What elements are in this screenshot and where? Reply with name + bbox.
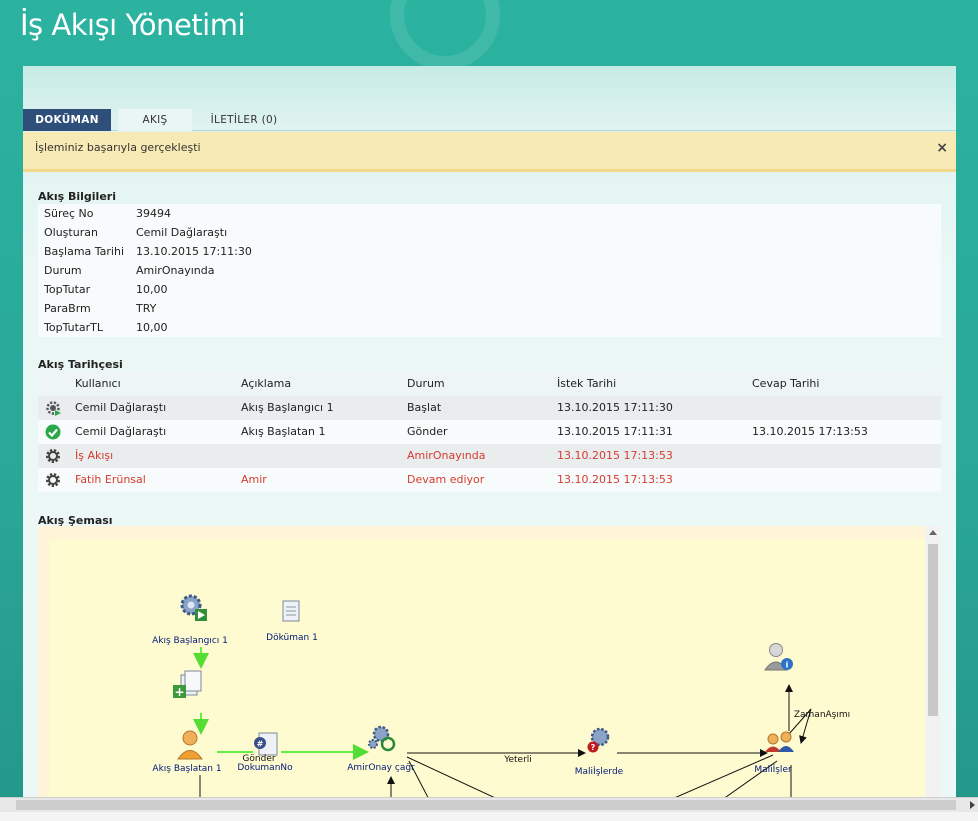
tab-bar: DOKÜMAN AKIŞ İLETİLER (0) bbox=[23, 109, 956, 131]
info-value: 39494 bbox=[136, 207, 171, 220]
scrollbar-thumb[interactable] bbox=[16, 800, 956, 810]
info-key: Süreç No bbox=[44, 207, 94, 220]
cell-request-date: 13.10.2015 17:11:31 bbox=[557, 425, 673, 438]
cell-status: Devam ediyor bbox=[407, 473, 485, 486]
alert-message: İşleminiz başarıyla gerçekleşti bbox=[35, 141, 201, 154]
info-row: Süreç No 39494 bbox=[38, 204, 941, 223]
cell-description: Akış Başlatan 1 bbox=[241, 425, 326, 438]
table-row[interactable]: Cemil Dağlaraştı Akış Başlatan 1 Gönder … bbox=[38, 420, 941, 444]
cell-status: Gönder bbox=[407, 425, 448, 438]
node-label: Maliİşlerde bbox=[575, 766, 624, 777]
table-row[interactable]: Cemil Dağlaraştı Akış Başlangıcı 1 Başla… bbox=[38, 396, 941, 420]
cell-user: Fatih Erünsal bbox=[75, 473, 146, 486]
node-label: Akış Başlatan 1 bbox=[152, 764, 221, 774]
flow-diagram-svg: Akış Başlangıcı 1 Döküman 1 + Akış Başla… bbox=[152, 594, 850, 801]
flow-edge bbox=[406, 756, 503, 801]
background-gear-watermark bbox=[390, 0, 500, 70]
info-value: TRY bbox=[136, 302, 157, 315]
info-user-node[interactable]: i bbox=[764, 643, 793, 671]
flow-info-box: Süreç No 39494 Oluşturan Cemil Dağlaraştı … bbox=[38, 204, 941, 337]
svg-text:#: # bbox=[257, 740, 264, 749]
column-header: Kullanıcı bbox=[75, 377, 121, 390]
edge-label-timeout: ZamanAşımı bbox=[794, 710, 850, 720]
tab-dokuman[interactable]: DOKÜMAN bbox=[23, 109, 111, 131]
gear-icon bbox=[46, 473, 60, 487]
svg-text:+: + bbox=[174, 685, 184, 699]
table-row[interactable]: İş Akışı AmirOnayında 13.10.2015 17:13:5… bbox=[38, 444, 941, 468]
cell-description: Amir bbox=[241, 473, 267, 486]
cell-status: AmirOnayında bbox=[407, 449, 486, 462]
edge-label-enough: Yeterli bbox=[503, 755, 532, 765]
svg-text:i: i bbox=[786, 661, 789, 670]
document-node[interactable]: Döküman 1 bbox=[266, 600, 318, 643]
cell-request-date: 13.10.2015 17:13:53 bbox=[557, 473, 673, 486]
cell-response-date: 13.10.2015 17:13:53 bbox=[752, 425, 868, 438]
info-row: TopTutarTL 10,00 bbox=[38, 318, 941, 337]
cell-status: Başlat bbox=[407, 401, 442, 414]
table-row[interactable]: Fatih Erünsal Amir Devam ediyor 13.10.20… bbox=[38, 468, 941, 492]
cell-user: Cemil Dağlaraştı bbox=[75, 401, 167, 414]
cell-description: Akış Başlangıcı 1 bbox=[241, 401, 334, 414]
node-label: Döküman 1 bbox=[266, 633, 318, 643]
info-key: ParaBrm bbox=[44, 302, 91, 315]
tab-iletiler[interactable]: İLETİLER (0) bbox=[199, 109, 289, 131]
approval-node[interactable]: AmirOnay çağr bbox=[347, 725, 415, 773]
flow-edge bbox=[666, 754, 774, 801]
info-row: Başlama Tarihi 13.10.2015 17:11:30 bbox=[38, 242, 941, 261]
node-label: Akış Başlangıcı 1 bbox=[152, 636, 228, 646]
check-circle-icon bbox=[45, 424, 61, 440]
gear-icon bbox=[46, 449, 60, 463]
info-value: 10,00 bbox=[136, 321, 168, 334]
flow-diagram-canvas: Akış Başlangıcı 1 Döküman 1 + Akış Başla… bbox=[49, 539, 925, 801]
flow-diagram-viewport[interactable]: Akış Başlangıcı 1 Döküman 1 + Akış Başla… bbox=[38, 526, 941, 801]
scrollbar-thumb[interactable] bbox=[928, 544, 938, 716]
column-header: Cevap Tarihi bbox=[752, 377, 820, 390]
scroll-right-icon[interactable] bbox=[970, 801, 975, 809]
cell-request-date: 13.10.2015 17:13:53 bbox=[557, 449, 673, 462]
column-header: İstek Tarihi bbox=[557, 377, 617, 390]
column-header: Durum bbox=[407, 377, 445, 390]
main-panel: DOKÜMAN AKIŞ İLETİLER (0) İşleminiz başa… bbox=[23, 66, 956, 806]
info-key: Başlama Tarihi bbox=[44, 245, 125, 258]
diagram-vertical-scrollbar[interactable] bbox=[925, 526, 941, 801]
info-key: Oluşturan bbox=[44, 226, 98, 239]
info-row: Durum AmirOnayında bbox=[38, 261, 941, 280]
flow-history-title: Akış Tarihçesi bbox=[38, 358, 123, 371]
node-label: DokumanNo bbox=[237, 763, 293, 773]
cell-user: İş Akışı bbox=[75, 449, 114, 462]
node-label: AmirOnay çağr bbox=[347, 763, 415, 773]
tab-akis[interactable]: AKIŞ bbox=[118, 109, 192, 131]
initiator-node[interactable]: Akış Başlatan 1 bbox=[152, 730, 222, 774]
info-value: 10,00 bbox=[136, 283, 168, 296]
info-row: TopTutar 10,00 bbox=[38, 280, 941, 299]
info-value: 13.10.2015 17:11:30 bbox=[136, 245, 252, 258]
info-row: Oluşturan Cemil Dağlaraştı bbox=[38, 223, 941, 242]
alert-close-button[interactable]: × bbox=[936, 140, 948, 156]
svg-text:?: ? bbox=[591, 743, 596, 752]
add-document-node[interactable]: + bbox=[173, 670, 202, 699]
gear-play-icon bbox=[46, 401, 61, 416]
cell-user: Cemil Dağlaraştı bbox=[75, 425, 167, 438]
start-node[interactable]: Akış Başlangıcı 1 bbox=[152, 594, 228, 646]
window-bottom-strip bbox=[0, 812, 978, 821]
column-header: Açıklama bbox=[241, 377, 292, 390]
cell-request-date: 13.10.2015 17:11:30 bbox=[557, 401, 673, 414]
scroll-up-icon[interactable] bbox=[929, 530, 937, 535]
info-key: TopTutar bbox=[44, 283, 91, 296]
node-label: Maliİşler bbox=[754, 764, 792, 775]
flow-history-table: Kullanıcı Açıklama Durum İstek Tarihi Ce… bbox=[38, 371, 941, 492]
page-title: İş Akışı Yönetimi bbox=[20, 8, 246, 42]
info-value: Cemil Dağlaraştı bbox=[136, 226, 228, 239]
info-row: ParaBrm TRY bbox=[38, 299, 941, 318]
info-value: AmirOnayında bbox=[136, 264, 215, 277]
page-horizontal-scrollbar[interactable] bbox=[0, 797, 978, 812]
flow-info-title: Akış Bilgileri bbox=[38, 190, 116, 203]
info-key: Durum bbox=[44, 264, 82, 277]
info-key: TopTutarTL bbox=[44, 321, 104, 334]
table-header: Kullanıcı Açıklama Durum İstek Tarihi Ce… bbox=[38, 371, 941, 396]
success-alert: İşleminiz başarıyla gerçekleşti × bbox=[23, 132, 956, 172]
